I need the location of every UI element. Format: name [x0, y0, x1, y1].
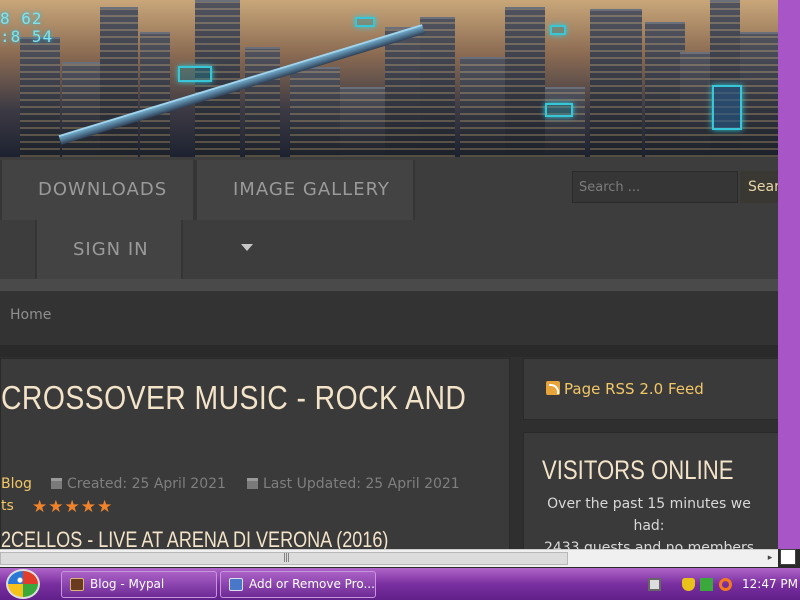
rss-icon: [546, 381, 560, 395]
visitors-line: 2433 guests and no members: [543, 540, 755, 549]
taskbar: Blog - Mypal Add or Remove Pro...: [0, 568, 800, 600]
calendar-icon: [247, 478, 258, 489]
visitors-line: Over the past 15 minutes we had:: [547, 496, 751, 534]
vertical-scrollbar[interactable]: [778, 0, 800, 549]
nav-item-label: SIGN IN: [73, 239, 149, 260]
caret-down-icon: [241, 244, 253, 251]
shield-icon[interactable]: [682, 578, 695, 591]
calendar-icon: [51, 478, 62, 489]
breadcrumb: Home: [0, 291, 778, 345]
scrollbar-corner: [780, 549, 796, 565]
search-input[interactable]: [572, 171, 738, 203]
search-icon[interactable]: [719, 578, 732, 591]
visitors-title: VISITORS ONLINE: [542, 455, 734, 485]
article-panel: CROSSOVER MUSIC - ROCK AND Blog Created:…: [0, 358, 510, 549]
scrollbar-grip-icon: |||: [283, 553, 290, 563]
network-icon[interactable]: [700, 578, 713, 591]
visitors-text: Over the past 15 minutes we had: 2433 gu…: [534, 493, 764, 549]
task-label: Add or Remove Pro...: [249, 577, 375, 591]
taskbar-item-blog-mypal[interactable]: Blog - Mypal: [61, 571, 217, 598]
video-title: 2CELLOS - LIVE AT ARENA DI VERONA (2016): [1, 527, 389, 549]
hud-readout: 8 62 :8 54: [0, 9, 54, 46]
star-rating[interactable]: ★★★★★: [32, 497, 113, 517]
clock[interactable]: 12:47 PM: [742, 577, 798, 591]
category-link[interactable]: Blog: [1, 476, 32, 492]
browser-viewport: 8 62 :8 54 DOWNLOADS IMAGE GALLERY SIGN …: [0, 0, 778, 549]
task-label: Blog - Mypal: [90, 577, 165, 591]
horizontal-scrollbar[interactable]: ||| ▸: [0, 549, 778, 567]
taskbar-item-add-remove[interactable]: Add or Remove Pro...: [220, 571, 376, 598]
nav-item-label: DOWNLOADS: [38, 179, 168, 200]
article-title[interactable]: CROSSOVER MUSIC - ROCK AND: [1, 379, 466, 417]
created-text: Created: 25 April 2021: [67, 476, 226, 492]
rss-feed-link[interactable]: Page RSS 2.0 Feed: [564, 380, 704, 398]
control-panel-icon: [229, 578, 243, 591]
nav-item-image-gallery[interactable]: IMAGE GALLERY: [195, 160, 415, 251]
rss-panel: Page RSS 2.0 Feed: [523, 358, 778, 420]
start-button[interactable]: [6, 569, 40, 599]
hits-label: ts: [1, 498, 14, 514]
updated-text: Last Updated: 25 April 2021: [263, 476, 460, 492]
created-date: Created: 25 April 2021: [51, 476, 226, 492]
nav-item-sign-in[interactable]: SIGN IN: [35, 220, 183, 311]
visitors-online-panel: VISITORS ONLINE Over the past 15 minutes…: [523, 432, 778, 549]
updated-date: Last Updated: 25 April 2021: [247, 476, 460, 492]
breadcrumb-home-link[interactable]: Home: [10, 307, 51, 323]
divider: [0, 345, 778, 357]
search-button[interactable]: Searc: [740, 171, 778, 203]
keyboard-icon[interactable]: [648, 578, 661, 591]
nav-item-label: IMAGE GALLERY: [233, 179, 390, 200]
nav-item-downloads[interactable]: DOWNLOADS: [0, 160, 195, 251]
browser-icon: [70, 578, 84, 591]
header-banner-image: 8 62 :8 54: [0, 0, 778, 157]
divider: [0, 279, 778, 291]
scroll-right-arrow-icon[interactable]: ▸: [764, 552, 776, 565]
